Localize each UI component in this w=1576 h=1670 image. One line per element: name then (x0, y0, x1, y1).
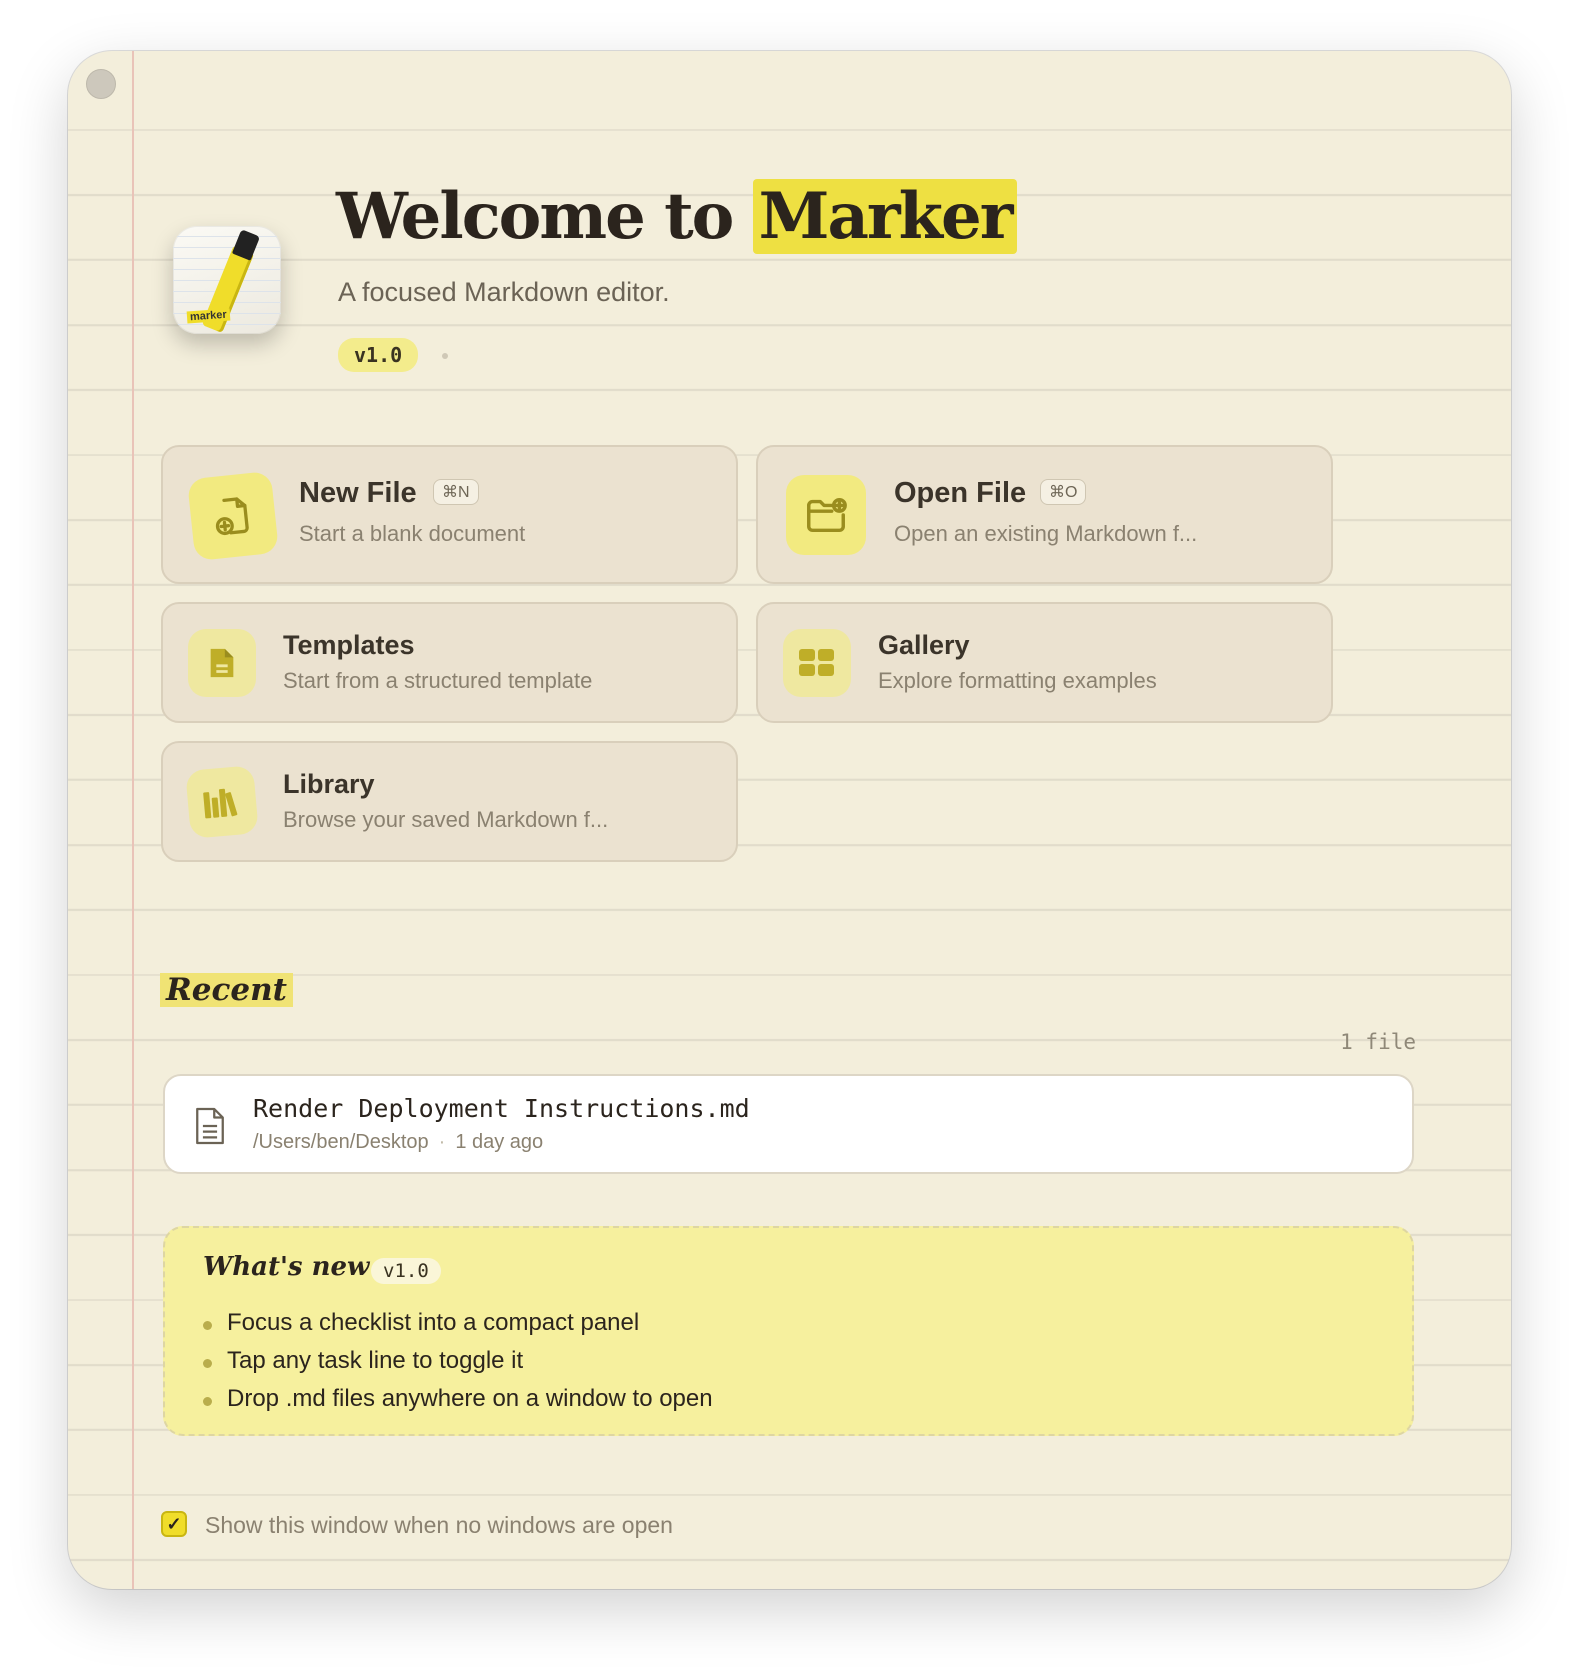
templates-title: Templates (283, 630, 415, 660)
recent-heading: Recent (160, 973, 293, 1007)
recent-file-path: /Users/ben/Desktop (253, 1131, 429, 1153)
library-description: Browse your saved Markdown f... (283, 807, 609, 832)
new-file-description: Start a blank document (299, 521, 526, 546)
recent-file-name: Render Deployment Instructions.md (253, 1094, 750, 1123)
document-icon (188, 629, 256, 697)
open-file-title: Open File (894, 477, 1027, 509)
list-item: Focus a checklist into a compact panel (203, 1304, 713, 1342)
show-window-label[interactable]: Show this window when no windows are ope… (205, 1511, 673, 1539)
open-file-shortcut: ⌘O (1040, 479, 1087, 505)
books-icon (185, 765, 259, 839)
welcome-window: marker Welcome to Marker A focused Markd… (68, 51, 1511, 1589)
version-dot (442, 353, 448, 359)
recent-file-meta: /Users/ben/Desktop · 1 day ago (253, 1131, 544, 1153)
page-title: Welcome to Marker (336, 179, 1018, 254)
recent-file-time: 1 day ago (455, 1131, 544, 1153)
new-file-icon (186, 470, 280, 562)
open-file-description: Open an existing Markdown f... (894, 521, 1198, 546)
file-icon (193, 1106, 227, 1151)
show-window-checkbox[interactable]: ✓ (161, 1511, 187, 1537)
whats-new-list: Focus a checklist into a compact panel T… (203, 1304, 713, 1418)
new-file-button[interactable]: New File ⌘N Start a blank document (161, 445, 738, 584)
whats-new-panel: What's new v1.0 Focus a checklist into a… (163, 1226, 1414, 1436)
title-highlight: Marker (752, 179, 1018, 254)
templates-button[interactable]: Templates Start from a structured templa… (161, 602, 738, 723)
recent-file-row[interactable]: Render Deployment Instructions.md /Users… (163, 1074, 1414, 1174)
gallery-button[interactable]: Gallery Explore formatting examples (756, 602, 1333, 723)
whats-new-title: What's new (203, 1252, 370, 1282)
version-badge: v1.0 (338, 338, 419, 372)
gallery-title: Gallery (878, 630, 970, 660)
title-prefix: Welcome to (336, 179, 734, 254)
whats-new-version: v1.0 (371, 1258, 441, 1284)
subtitle: A focused Markdown editor. (338, 277, 670, 307)
grid-icon (783, 629, 851, 697)
new-file-shortcut: ⌘N (433, 479, 479, 505)
gallery-description: Explore formatting examples (878, 668, 1157, 693)
library-button[interactable]: Library Browse your saved Markdown f... (161, 741, 738, 862)
open-folder-icon (786, 475, 866, 555)
close-window-button[interactable] (86, 69, 116, 99)
margin-line (132, 51, 134, 1589)
list-item: Drop .md files anywhere on a window to o… (203, 1380, 713, 1418)
new-file-title: New File (299, 477, 417, 509)
library-title: Library (283, 769, 375, 799)
recent-count: 1 file (1340, 1030, 1416, 1054)
open-file-button[interactable]: Open File ⌘O Open an existing Markdown f… (756, 445, 1333, 584)
list-item: Tap any task line to toggle it (203, 1342, 713, 1380)
app-icon: marker (173, 226, 281, 334)
templates-description: Start from a structured template (283, 668, 593, 693)
